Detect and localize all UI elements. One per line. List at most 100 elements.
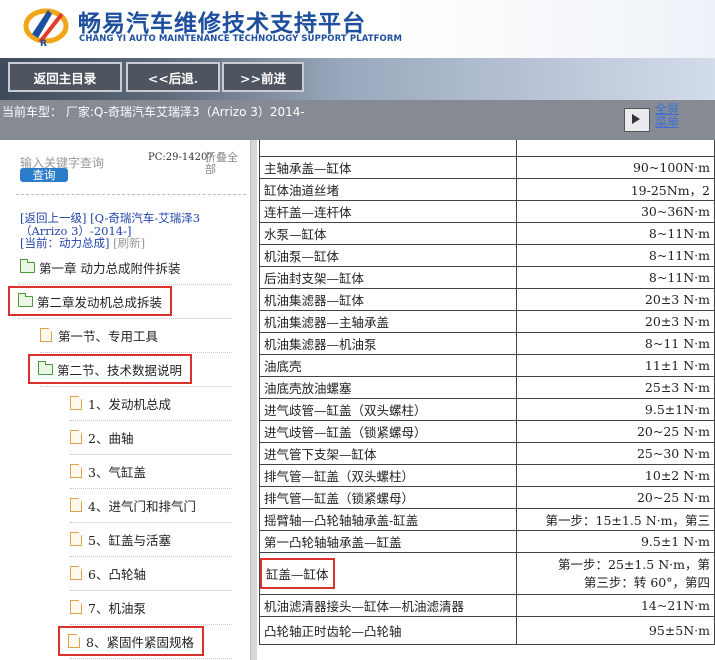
part-name: 进气歧管—缸盖（双头螺柱）	[264, 403, 427, 418]
torque-value: 8~11 N·m	[644, 336, 710, 351]
tree-item[interactable]: 2、曲轴	[60, 424, 141, 450]
part-name: 缸盖—缸体	[260, 558, 335, 589]
part-cell: 水泵—缸体	[259, 222, 517, 245]
breadcrumb-current: [当前：动力总成]	[20, 236, 110, 250]
tree-separator	[70, 488, 232, 489]
document-icon	[70, 498, 82, 512]
panel-divider[interactable]	[250, 140, 257, 660]
header: R 畅易汽车维修技术支持平台 CHANG YI AUTO MAINTENANCE…	[0, 0, 715, 58]
fullscreen-menu-link[interactable]: 全屏菜单	[655, 103, 685, 129]
torque-value: 25~30 N·m	[636, 446, 710, 461]
tree-item-label: 5、缸盖与活塞	[88, 532, 171, 548]
torque-value: 11±1 N·m	[644, 358, 710, 373]
tree-item[interactable]: 第一章 动力总成附件拆装	[10, 254, 188, 280]
toolbar: 返回主目录 <<后退. >>前进	[0, 58, 715, 100]
collapse-all-link[interactable]: 折叠全部	[205, 152, 247, 176]
pc-code: PC:29-14207	[148, 152, 214, 163]
tree-item[interactable]: 第二章发动机总成拆装	[7, 286, 173, 316]
table-row: 第一凸轮轴轴承盖—缸盖 9.5±1 N·m	[259, 530, 715, 553]
table-header-row	[259, 140, 715, 157]
document-icon	[70, 600, 82, 614]
tree-separator	[70, 590, 232, 591]
part-cell: 进气管下支架—缸体	[259, 442, 517, 465]
part-cell: 进气歧管—缸盖（锁紧螺母）	[259, 420, 517, 443]
table-row: 油底壳放油螺塞 25±3 N·m	[259, 376, 715, 399]
part-name: 进气歧管—缸盖（锁紧螺母）	[264, 425, 427, 440]
table-row: 排气管—缸盖（双头螺柱） 10±2 N·m	[259, 464, 715, 487]
tree-separator	[18, 284, 232, 285]
part-name: 机油滤清器接头—缸体—机油滤清器	[264, 599, 465, 614]
tree-item[interactable]: 4、进气门和排气门	[60, 492, 204, 518]
part-cell: 机油集滤器—主轴承盖	[259, 310, 517, 333]
tree-item[interactable]: 3、气缸盖	[60, 458, 154, 484]
torque-value-line2: 第三步：转 60°，第四	[583, 574, 710, 590]
torque-cell: 9.5±1 N·m	[515, 530, 715, 553]
torque-value: 第一步：25±1.5 N·m，第	[558, 556, 710, 572]
part-cell: 机油滤清器接头—缸体—机油滤清器	[259, 594, 517, 617]
tree-item[interactable]: 第一节、专用工具	[30, 322, 166, 348]
torque-cell: 10±2 N·m	[515, 464, 715, 487]
table-row: 排气管—缸盖（锁紧螺母） 20~25 N·m	[259, 486, 715, 509]
part-cell: 缸体油道丝堵	[259, 178, 517, 201]
tree-item[interactable]: 1、发动机总成	[60, 390, 179, 416]
home-button[interactable]: 返回主目录	[8, 62, 122, 92]
part-name: 油底壳	[264, 359, 302, 374]
search-button[interactable]: 查询	[20, 168, 68, 182]
part-name: 水泵—缸体	[264, 227, 327, 242]
part-cell: 油底壳	[259, 354, 517, 377]
folder-icon	[37, 360, 53, 375]
current-vehicle: 当前车型： 厂家:Q-奇瑞汽车艾瑞泽3（Arrizo 3）2014-	[2, 105, 305, 119]
document-icon	[70, 566, 82, 580]
document-icon	[70, 396, 82, 410]
torque-value: 20±3 N·m	[644, 314, 710, 329]
torque-value: 8~11N·m	[648, 270, 710, 285]
torque-value: 9.5±1N·m	[644, 402, 710, 417]
document-icon	[68, 634, 80, 648]
torque-cell: 95±5N·m	[515, 616, 715, 645]
tree-item[interactable]: 第二节、技术数据说明	[27, 354, 193, 384]
part-name: 机油集滤器—机油泵	[264, 337, 377, 352]
tree-separator	[18, 318, 232, 319]
torque-value: 8~11N·m	[648, 248, 710, 263]
table-row: 摇臂轴—凸轮轴轴承盖-缸盖 第一步：15±1.5 N·m，第三	[259, 508, 715, 531]
tree-separator	[70, 658, 232, 659]
tree-item[interactable]: 7、机油泵	[60, 594, 154, 620]
part-cell: 摇臂轴—凸轮轴轴承盖-缸盖	[259, 508, 517, 531]
tree-item-label: 1、发动机总成	[88, 396, 171, 412]
torque-value: 90~100N·m	[632, 160, 710, 175]
refresh-link[interactable]: [刷新]	[113, 236, 145, 250]
torque-value: 95±5N·m	[648, 623, 710, 638]
part-name: 主轴承盖—缸体	[264, 161, 352, 176]
torque-spec-table: 主轴承盖—缸体 90~100N·m 缸体油道丝堵 19-25Nm，2 连杆盖—连杆体 30…	[259, 140, 715, 645]
part-name: 机油集滤器—主轴承盖	[264, 315, 390, 330]
part-name: 进气管下支架—缸体	[264, 447, 377, 462]
forward-button[interactable]: >>前进	[222, 62, 304, 92]
part-name: 连杆盖—连杆体	[264, 205, 352, 220]
back-button[interactable]: <<后退.	[126, 62, 220, 92]
fullscreen-icon[interactable]	[624, 108, 650, 132]
sidebar: 输入关键字查询 查询 PC:29-14207 折叠全部 [返回上一级] [Q-奇…	[0, 140, 250, 660]
table-row: 机油集滤器—缸体 20±3 N·m	[259, 288, 715, 311]
part-cell: 主轴承盖—缸体	[259, 156, 517, 179]
tree-separator	[40, 386, 232, 387]
table-row: 主轴承盖—缸体 90~100N·m	[259, 156, 715, 179]
table-header-cell	[515, 140, 715, 157]
tree-item-label: 第一节、专用工具	[58, 328, 159, 344]
part-name: 缸体油道丝堵	[264, 183, 340, 198]
tree-item[interactable]: 8、紧固件紧固规格	[58, 626, 204, 656]
table-row: 水泵—缸体 8~11N·m	[259, 222, 715, 245]
part-cell: 凸轮轴正时齿轮—凸轮轴	[259, 616, 517, 645]
torque-cell: 20±3 N·m	[515, 288, 715, 311]
torque-value: 30~36N·m	[640, 204, 710, 219]
tree-separator	[70, 420, 232, 421]
tree-item-label: 3、气缸盖	[88, 464, 146, 480]
breadcrumb: [返回上一级] [Q-奇瑞汽车-艾瑞泽3（Arrizo 3）-2014-] [当…	[20, 212, 230, 250]
torque-value: 第一步：15±1.5 N·m，第三	[545, 513, 711, 528]
svg-text:R: R	[40, 39, 47, 48]
part-name: 摇臂轴—凸轮轴轴承盖-缸盖	[264, 513, 419, 528]
tree-item[interactable]: 5、缸盖与活塞	[60, 526, 179, 552]
table-row: 机油泵—缸体 8~11N·m	[259, 244, 715, 267]
tree-item[interactable]: 6、凸轮轴	[60, 560, 154, 586]
table-row: 机油滤清器接头—缸体—机油滤清器 14~21N·m	[259, 594, 715, 617]
tree-separator	[70, 522, 232, 523]
